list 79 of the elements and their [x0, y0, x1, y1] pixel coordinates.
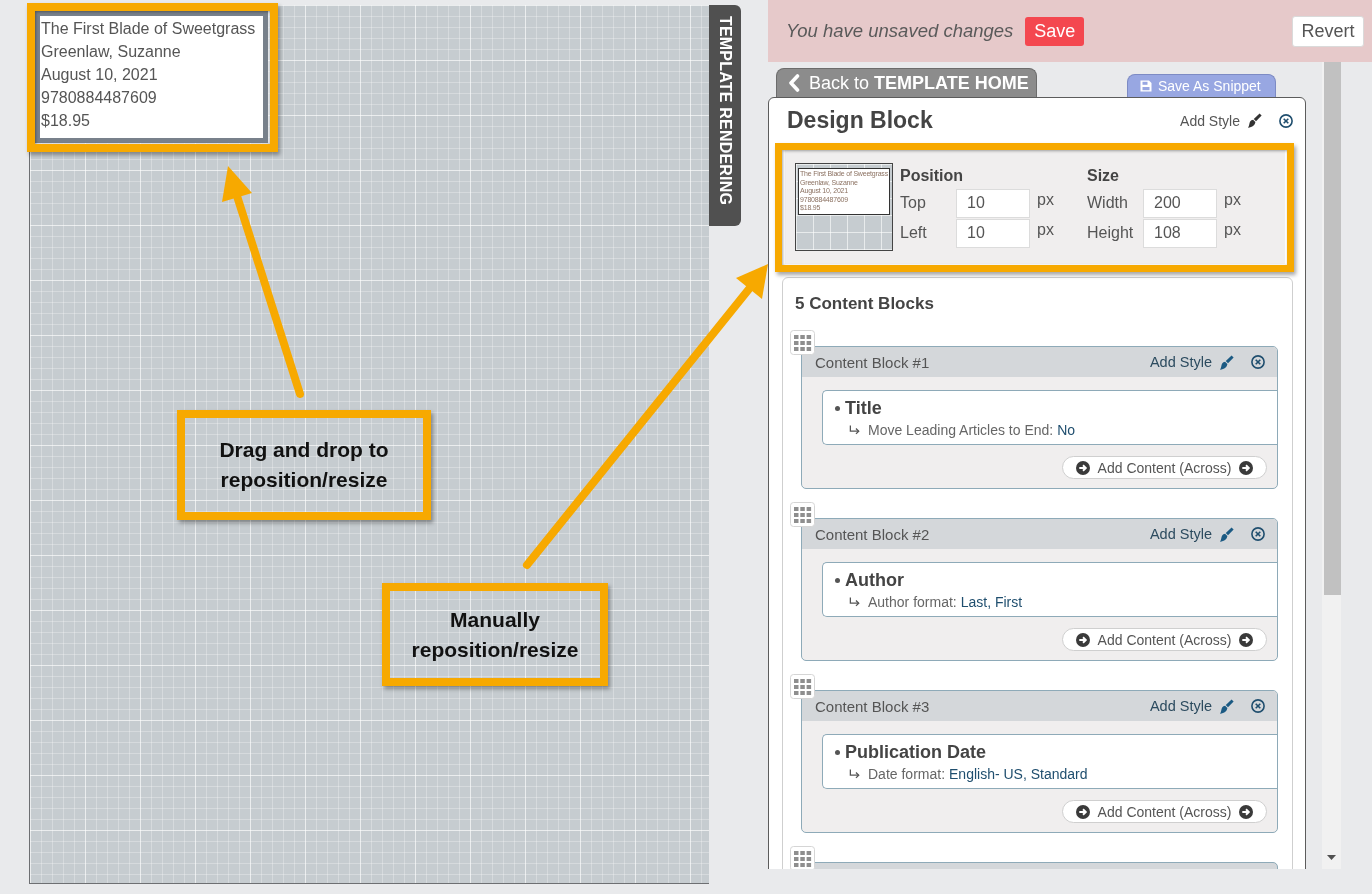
drag-handle-icon[interactable]: [790, 846, 815, 869]
add-style-button[interactable]: Add Style: [1149, 698, 1234, 714]
number-input[interactable]: 10: [956, 218, 1030, 248]
save-icon: [1140, 80, 1152, 92]
circle-arrow-right-icon: [1239, 804, 1254, 819]
return-arrow-icon: [849, 425, 860, 435]
content-item-title: Publication Date: [845, 741, 987, 763]
text-block[interactable]: The First Blade of Sweetgrass Greenlaw, Suzanne August 10, 2021 9780884487609 $18.95: [35, 11, 268, 143]
circle-arrow-right-icon: [1239, 460, 1254, 475]
block-text-line: Greenlaw, Suzanne: [40, 42, 181, 62]
section-heading: Size: [1087, 166, 1120, 185]
content-item-card[interactable]: Title Move Leading Articles to End: No: [822, 390, 1277, 445]
unit-label: px: [1223, 190, 1242, 210]
option-value: English- US, Standard: [949, 766, 1088, 782]
close-icon[interactable]: [1279, 113, 1293, 128]
brush-icon: [1219, 354, 1234, 370]
add-style-button[interactable]: Add Style: [1149, 354, 1234, 370]
field-label: Top: [900, 194, 927, 212]
block-text-line: The First Blade of Sweetgrass: [40, 19, 256, 39]
number-input[interactable]: 10: [956, 188, 1030, 218]
save-button[interactable]: Save: [1025, 16, 1085, 46]
annotation-callout: Manually reposition/resize: [382, 583, 608, 686]
bullet-icon: [835, 577, 840, 583]
block-text-line: 9780884487609: [40, 88, 157, 108]
return-arrow-icon: [849, 769, 860, 779]
block-text-line: $18.95: [40, 111, 90, 131]
brush-icon: [1219, 698, 1234, 714]
add-content-button[interactable]: Add Content (Across): [1062, 456, 1267, 479]
section-heading: Position: [900, 166, 965, 185]
add-style-button[interactable]: Add Style: [1180, 112, 1262, 129]
circle-arrow-right-icon: [1075, 804, 1090, 819]
option-label: Date format:: [868, 766, 946, 782]
unsaved-message: You have unsaved changes: [786, 20, 1014, 42]
chevron-left-icon: [788, 74, 800, 92]
scroll-down-icon[interactable]: [1327, 855, 1336, 860]
return-arrow-icon: [849, 597, 860, 607]
number-input[interactable]: 108: [1143, 218, 1217, 248]
drag-handle-icon[interactable]: [790, 674, 815, 699]
bullet-icon: [835, 405, 840, 411]
content-item-title: Author: [845, 569, 904, 591]
field-label: Height: [1087, 224, 1135, 242]
content-item-card[interactable]: Author Author format: Last, First: [822, 562, 1277, 617]
add-content-button[interactable]: Add Content (Across): [1062, 628, 1267, 651]
block-text-line: August 10, 2021: [40, 65, 158, 85]
brush-icon: [1219, 526, 1234, 542]
content-item-title: Title: [845, 397, 882, 419]
close-icon[interactable]: [1251, 355, 1265, 369]
scrollbar[interactable]: [1322, 62, 1341, 869]
panel-title: Design Block: [787, 107, 933, 134]
brush-icon: [1247, 113, 1262, 128]
drag-handle-icon[interactable]: [790, 502, 815, 527]
annotation-callout: Drag and drop to reposition/resize: [177, 410, 431, 520]
field-label: Width: [1087, 194, 1129, 212]
bullet-icon: [835, 749, 840, 755]
content-item-card[interactable]: Publication Date Date format: English- US, Standard: [822, 734, 1277, 789]
option-label: Author format:: [868, 594, 957, 610]
block-title: Content Block #2: [815, 525, 930, 543]
list-heading: 5 Content Blocks: [795, 293, 934, 315]
add-style-button[interactable]: Add Style: [1149, 526, 1234, 542]
close-icon[interactable]: [1251, 527, 1265, 541]
option-value: Last, First: [960, 594, 1023, 610]
unit-label: px: [1036, 220, 1055, 240]
number-input[interactable]: 200: [1143, 188, 1217, 218]
scrollbar-thumb[interactable]: [1324, 62, 1341, 595]
close-icon[interactable]: [1251, 699, 1265, 713]
drag-handle-icon[interactable]: [790, 330, 815, 355]
block-title: Content Block #1: [815, 353, 930, 371]
circle-arrow-right-icon: [1075, 632, 1090, 647]
circle-arrow-right-icon: [1239, 632, 1254, 647]
block-title: Content Block #3: [815, 697, 930, 715]
template-rendering-tab[interactable]: TEMPLATE RENDERING: [709, 5, 741, 226]
unit-label: px: [1223, 220, 1242, 240]
unit-label: px: [1036, 190, 1055, 210]
revert-button[interactable]: Revert: [1292, 15, 1364, 47]
add-content-button[interactable]: Add Content (Across): [1062, 800, 1267, 823]
option-value: No: [1057, 422, 1076, 438]
circle-arrow-right-icon: [1075, 460, 1090, 475]
field-label: Left: [900, 224, 928, 242]
option-label: Move Leading Articles to End:: [868, 422, 1054, 438]
